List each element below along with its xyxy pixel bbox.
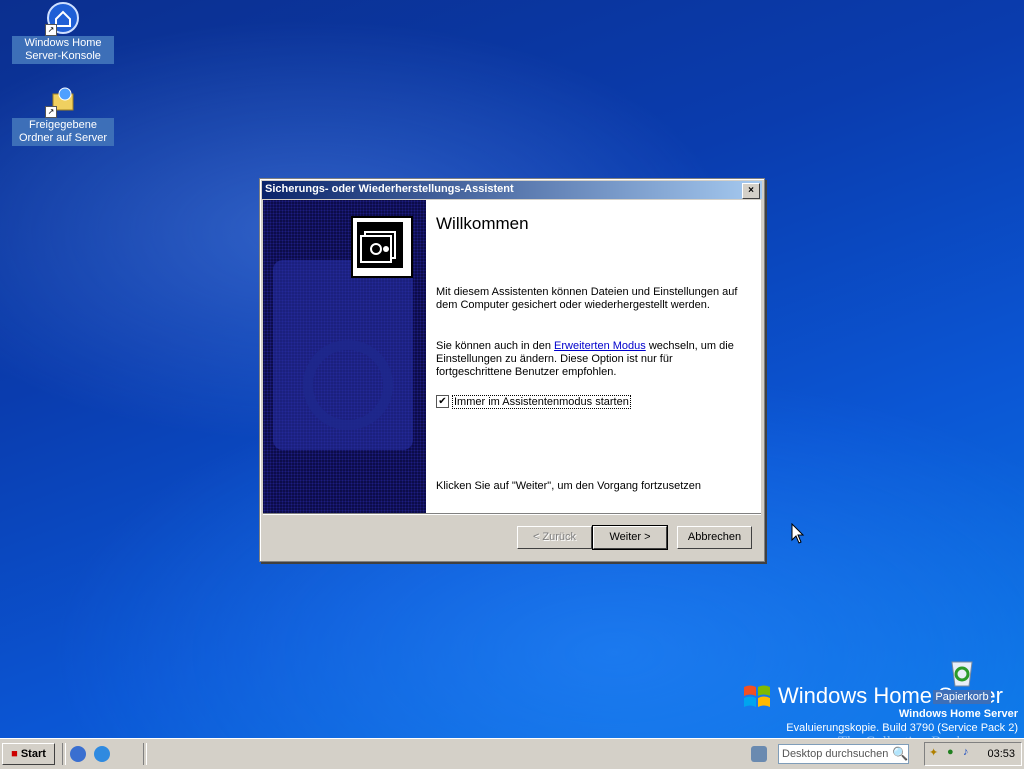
taskbar: ■ Start Desktop durchsuchen 🔍 ✦ ● ♪ 03:5…	[0, 738, 1024, 769]
wizard-mode-checkbox-label[interactable]: Immer im Assistentenmodus starten	[452, 394, 631, 409]
desktop-icon-label: Windows Home Server-Konsole	[12, 36, 114, 64]
system-tray: ✦ ● ♪ 03:53	[924, 742, 1022, 766]
tray-app-icon[interactable]: ✦	[929, 746, 938, 759]
search-icon[interactable]: 🔍	[892, 746, 908, 762]
dialog-title: Sicherungs- oder Wiederherstellungs-Assi…	[265, 183, 514, 195]
next-button[interactable]: Weiter >	[592, 525, 668, 550]
continue-hint-text: Klicken Sie auf "Weiter", um den Vorgang…	[436, 480, 702, 492]
page-title: Willkommen	[436, 214, 529, 233]
backup-wizard-dialog: Sicherungs- oder Wiederherstellungs-Assi…	[259, 178, 765, 562]
start-button[interactable]: ■ Start	[2, 743, 55, 765]
wizard-content: Willkommen Mit diesem Assistenten können…	[426, 200, 761, 513]
clock: 03:53	[987, 748, 1015, 760]
close-button[interactable]: ×	[742, 183, 760, 199]
footer-divider	[263, 513, 761, 515]
mouse-cursor-icon	[791, 523, 805, 544]
internet-explorer-icon[interactable]	[94, 746, 110, 762]
network-tray-icon[interactable]	[751, 746, 767, 762]
recycle-bin[interactable]: Papierkorb	[932, 656, 992, 704]
wizard-side-banner	[263, 200, 426, 513]
volume-icon[interactable]: ♪	[963, 746, 969, 758]
wizard-mode-checkbox[interactable]: ✔	[436, 395, 449, 408]
recycle-bin-label: Papierkorb	[933, 690, 991, 704]
shortcut-arrow-icon: ↗	[45, 24, 57, 36]
advanced-mode-link[interactable]: Erweiterten Modus	[554, 340, 646, 352]
desktop-icon-label: Freigegebene Ordner auf Server	[12, 118, 114, 146]
home-server-icon: ↗	[45, 2, 79, 36]
taskbar-divider	[143, 743, 147, 765]
show-desktop-icon[interactable]	[70, 746, 86, 762]
build-text: Evaluierungskopie. Build 3790 (Service P…	[786, 722, 1018, 734]
shared-folder-icon: ↗	[45, 84, 79, 118]
taskbar-divider	[62, 743, 66, 765]
desktop-search-input[interactable]: Desktop durchsuchen	[778, 744, 909, 764]
start-label: Start	[20, 748, 46, 760]
desktop-icon-shared-folders[interactable]: ↗ Freigegebene Ordner auf Server	[12, 84, 114, 146]
start-flag-icon: ■	[11, 748, 18, 760]
edition-text: Windows Home Server	[898, 708, 1018, 720]
back-button[interactable]: < Zurück	[517, 526, 592, 549]
shortcut-arrow-icon: ↗	[45, 106, 57, 118]
banner-art-circle	[303, 340, 393, 430]
advanced-mode-text: Sie können auch in den Erweiterten Modus…	[436, 340, 751, 379]
desktop-icon-whs-console[interactable]: ↗ Windows Home Server-Konsole	[12, 2, 114, 64]
dialog-titlebar[interactable]: Sicherungs- oder Wiederherstellungs-Assi…	[262, 181, 762, 199]
recycle-bin-icon	[951, 661, 973, 687]
cancel-button[interactable]: Abbrechen	[677, 526, 752, 549]
backup-tape-icon	[351, 216, 413, 278]
advanced-text-prefix: Sie können auch in den	[436, 340, 555, 352]
wizard-mode-checkbox-row[interactable]: ✔ Immer im Assistentenmodus starten	[436, 394, 631, 409]
tray-status-icon[interactable]: ●	[947, 746, 954, 758]
intro-text: Mit diesem Assistenten können Dateien un…	[436, 286, 738, 311]
windows-flag-icon	[744, 685, 770, 707]
